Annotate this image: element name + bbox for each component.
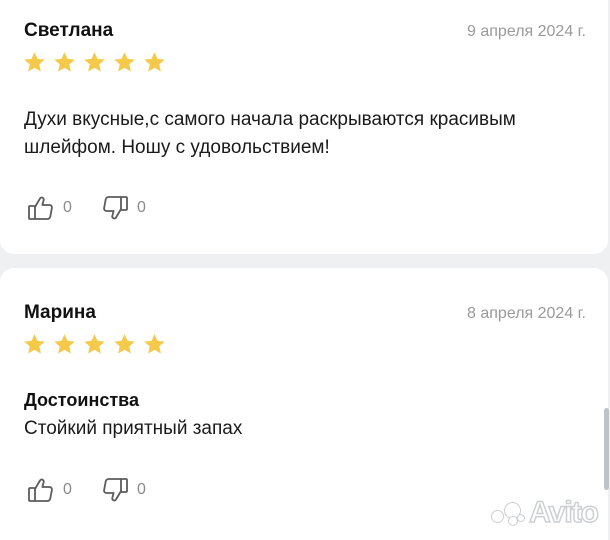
star-icon bbox=[22, 50, 47, 75]
review-text: Стойкий приятный запах bbox=[24, 418, 243, 439]
star-icon bbox=[112, 50, 137, 75]
scrollbar[interactable] bbox=[604, 408, 609, 490]
star-icon bbox=[22, 332, 47, 357]
watermark-text: Avito bbox=[528, 495, 599, 530]
dislike-count: 0 bbox=[137, 199, 146, 216]
like-count: 0 bbox=[63, 481, 72, 498]
like-button[interactable]: 0 bbox=[26, 475, 72, 505]
thumbs-down-icon bbox=[100, 193, 130, 223]
review-text: Духи вкусные,с самого начала раскрываютс… bbox=[24, 109, 516, 158]
avito-logo-icon bbox=[491, 500, 526, 526]
rating-stars bbox=[22, 50, 167, 75]
dislike-count: 0 bbox=[137, 481, 146, 498]
review-card: Светлана 9 апреля 2024 г. Духи вкусные,с… bbox=[0, 0, 608, 254]
thumbs-up-icon bbox=[26, 193, 56, 223]
dislike-button[interactable]: 0 bbox=[100, 475, 146, 505]
avito-watermark: Avito bbox=[491, 495, 600, 530]
advantages-heading: Достоинства bbox=[24, 390, 139, 410]
review-author: Светлана bbox=[24, 20, 114, 41]
star-icon bbox=[112, 332, 137, 357]
rating-stars bbox=[22, 332, 167, 357]
star-icon bbox=[82, 50, 107, 75]
review-author: Марина bbox=[24, 302, 96, 323]
star-icon bbox=[52, 50, 77, 75]
star-icon bbox=[142, 332, 167, 357]
review-date: 9 апреля 2024 г. bbox=[467, 23, 586, 40]
like-button[interactable]: 0 bbox=[26, 193, 72, 223]
like-count: 0 bbox=[63, 199, 72, 216]
dislike-button[interactable]: 0 bbox=[100, 193, 146, 223]
thumbs-down-icon bbox=[100, 475, 130, 505]
star-icon bbox=[52, 332, 77, 357]
star-icon bbox=[82, 332, 107, 357]
review-date: 8 апреля 2024 г. bbox=[467, 305, 586, 322]
star-icon bbox=[142, 50, 167, 75]
thumbs-up-icon bbox=[26, 475, 56, 505]
